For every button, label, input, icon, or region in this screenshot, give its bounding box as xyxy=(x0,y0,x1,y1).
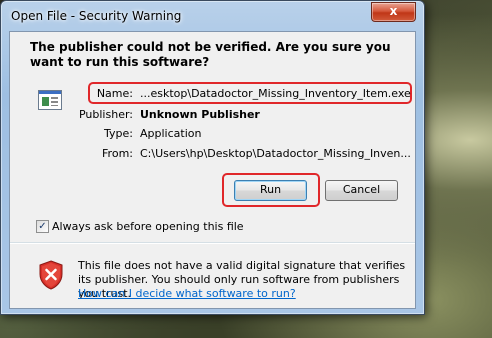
title-bar[interactable]: Open File - Security Warning x xyxy=(1,1,424,31)
type-label: Type: xyxy=(104,127,133,140)
cancel-button[interactable]: Cancel xyxy=(325,180,398,201)
type-value: Application xyxy=(140,127,202,140)
publisher-label: Publisher: xyxy=(78,108,133,121)
from-label: From: xyxy=(102,147,133,160)
help-link[interactable]: How can I decide what software to run? xyxy=(78,287,296,300)
always-ask-checkbox[interactable]: ✓ xyxy=(36,220,49,233)
name-value: ...esktop\Datadoctor_Missing_Inventory_I… xyxy=(140,87,411,100)
dialog-body: The publisher could not be verified. Are… xyxy=(9,31,416,309)
close-icon: x xyxy=(389,4,398,18)
dialog-heading: The publisher could not be verified. Are… xyxy=(30,40,391,69)
always-ask-label[interactable]: Always ask before opening this file xyxy=(52,220,244,233)
publisher-value: Unknown Publisher xyxy=(140,108,260,121)
name-label: Name: xyxy=(96,87,133,100)
security-warning-dialog: Open File - Security Warning x The publi… xyxy=(0,0,425,315)
window-title: Open File - Security Warning xyxy=(11,9,182,23)
check-mark-icon: ✓ xyxy=(38,221,47,232)
close-button[interactable]: x xyxy=(371,2,416,22)
security-shield-icon xyxy=(39,260,63,290)
from-value: C:\Users\hp\Desktop\Datadoctor_Missing_I… xyxy=(140,147,411,160)
run-button[interactable]: Run xyxy=(234,180,307,201)
